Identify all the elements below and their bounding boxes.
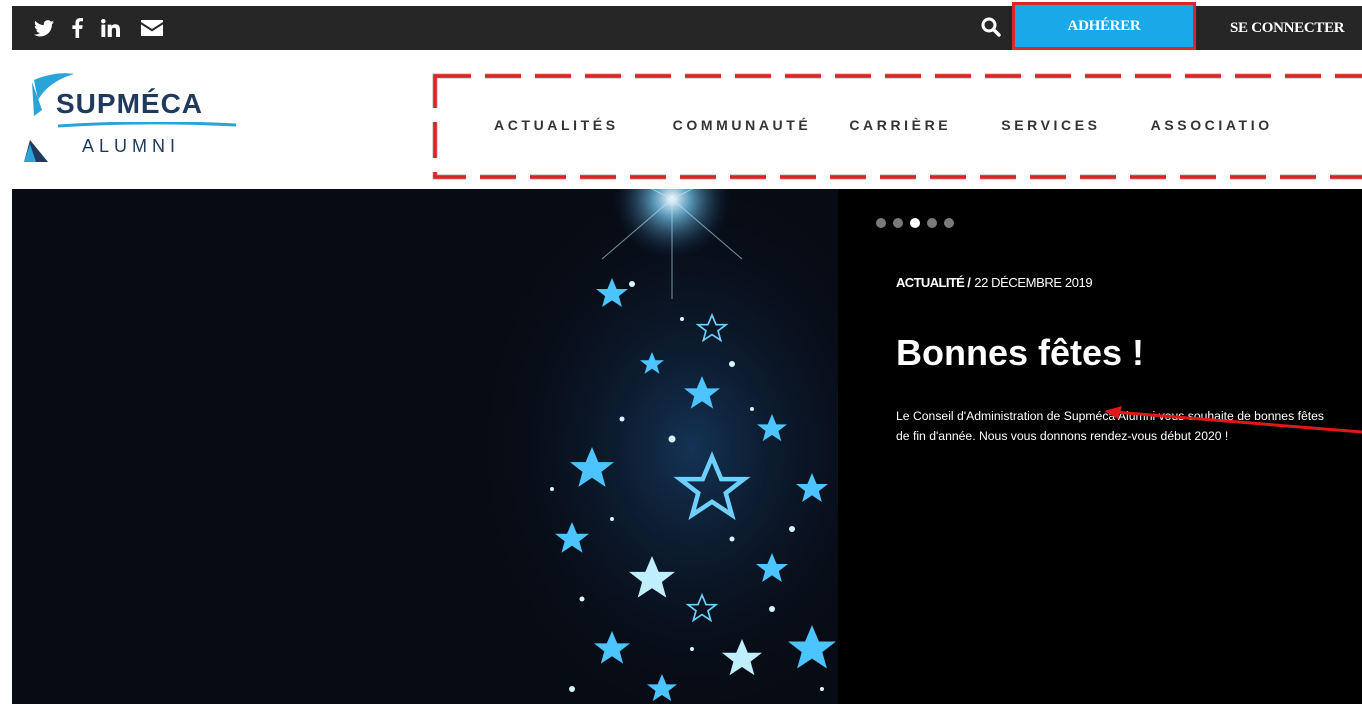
hero-slider [12, 189, 1362, 704]
slider-dot-1[interactable] [876, 218, 886, 228]
slider-dot-4[interactable] [927, 218, 937, 228]
nav-item-communaute[interactable]: COMMUNAUTÉ [673, 117, 812, 133]
slider-dot-2[interactable] [893, 218, 903, 228]
site-logo[interactable]: SUPMÉCA ALUMNI [20, 70, 236, 170]
join-button-label: ADHÉRER [1067, 17, 1141, 34]
nav-item-actualites[interactable]: ACTUALITÉS [494, 117, 619, 133]
annotation-arrow [1104, 406, 1362, 434]
login-link[interactable]: SE CONNECTER [1230, 12, 1345, 44]
main-nav: ACTUALITÉS COMMUNAUTÉ CARRIÈRE SERVICES … [432, 73, 1362, 180]
logo-swoosh-icon [24, 73, 74, 162]
hero-image [12, 189, 922, 704]
nav-item-carriere[interactable]: CARRIÈRE [849, 117, 951, 133]
logo-subtitle: ALUMNI [82, 136, 181, 156]
search-icon[interactable] [976, 12, 1006, 42]
slider-dot-3[interactable] [910, 218, 920, 228]
logo-name: SUPMÉCA [56, 88, 204, 119]
social-links [34, 6, 163, 50]
slider-dots [876, 218, 954, 228]
article-meta: ACTUALITÉ /22 DÉCEMBRE 2019 [896, 275, 1093, 290]
hero-text-panel [838, 189, 1362, 704]
article-title[interactable]: Bonnes fêtes ! [896, 332, 1144, 374]
slider-dot-5[interactable] [944, 218, 954, 228]
email-icon[interactable] [141, 6, 163, 50]
article-date: 22 DÉCEMBRE 2019 [974, 275, 1093, 290]
logo-underline [58, 122, 236, 128]
linkedin-icon[interactable] [101, 6, 123, 50]
nav-item-services[interactable]: SERVICES [1001, 117, 1100, 133]
nav-items: ACTUALITÉS COMMUNAUTÉ CARRIÈRE SERVICES … [494, 113, 1273, 137]
nav-item-association[interactable]: ASSOCIATIO [1151, 117, 1273, 133]
twitter-icon[interactable] [34, 6, 54, 50]
join-button[interactable]: ADHÉRER [1012, 2, 1196, 50]
facebook-icon[interactable] [72, 6, 83, 50]
article-category[interactable]: ACTUALITÉ / [896, 275, 971, 290]
christmas-tree-stars-image [462, 189, 922, 704]
